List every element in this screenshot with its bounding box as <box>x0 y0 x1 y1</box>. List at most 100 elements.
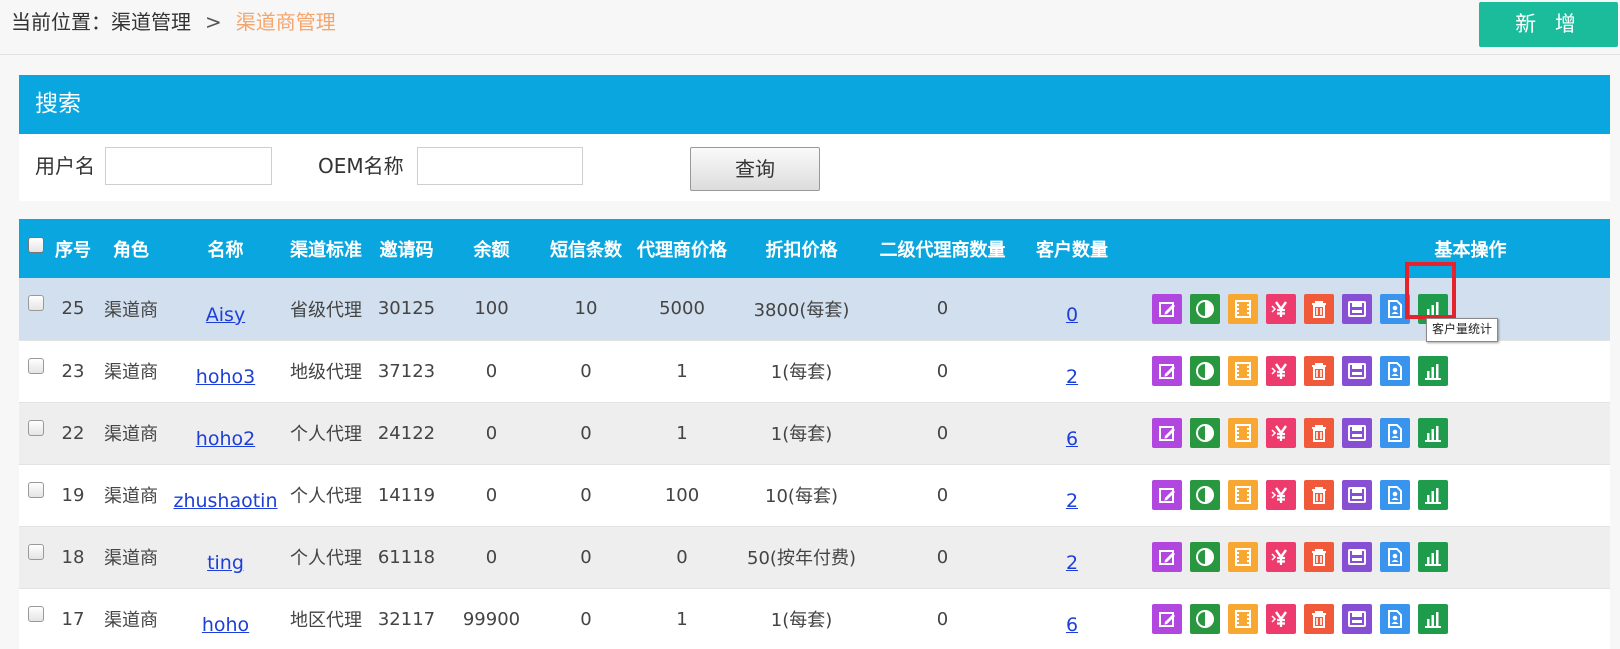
chart-button[interactable] <box>1418 418 1448 448</box>
save-button[interactable] <box>1342 356 1372 386</box>
cell-name: hoho3 <box>168 340 283 403</box>
customer-stats-icon <box>1384 484 1406 506</box>
customer-count-link[interactable]: 6 <box>1066 614 1078 636</box>
search-panel-title: 搜索 <box>19 75 1610 134</box>
row-checkbox[interactable] <box>27 543 44 560</box>
delete-button[interactable] <box>1304 356 1334 386</box>
customer-count-link[interactable]: 6 <box>1066 428 1078 450</box>
cell-role: 渠道商 <box>94 464 168 527</box>
customer-stats-button[interactable] <box>1380 480 1410 510</box>
edit-icon <box>1156 546 1178 568</box>
media-button[interactable] <box>1228 604 1258 634</box>
top-divider <box>0 54 1620 55</box>
delete-icon <box>1308 484 1330 506</box>
query-button[interactable]: 查询 <box>690 147 820 191</box>
edit-button[interactable] <box>1152 542 1182 572</box>
customer-count-link[interactable]: 2 <box>1066 366 1078 388</box>
channel-name-link[interactable]: hoho2 <box>196 428 255 450</box>
row-checkbox[interactable] <box>27 419 44 436</box>
customer-count-link[interactable]: 0 <box>1066 304 1078 326</box>
cell-id: 18 <box>52 526 94 589</box>
save-button[interactable] <box>1342 542 1372 572</box>
media-button[interactable] <box>1228 293 1258 324</box>
media-button[interactable] <box>1228 480 1258 510</box>
price-icon <box>1270 608 1292 630</box>
customer-count-link[interactable]: 2 <box>1066 490 1078 512</box>
cell-customers: 2 <box>1013 464 1131 527</box>
channel-name-link[interactable]: ting <box>207 552 244 574</box>
save-button[interactable] <box>1342 293 1372 324</box>
delete-button[interactable] <box>1304 418 1334 448</box>
customer-stats-button[interactable] <box>1380 356 1410 386</box>
edit-button[interactable] <box>1152 356 1182 386</box>
table-row: 25 渠道商 Aisy 省级代理 30125 100 10 5000 3800(每套) 0 0 <box>19 278 1610 341</box>
cell-role: 渠道商 <box>94 340 168 403</box>
save-button[interactable] <box>1342 604 1372 634</box>
price-button[interactable] <box>1266 480 1296 510</box>
save-icon <box>1346 360 1368 382</box>
table-row: 17 渠道商 hoho 地区代理 32117 99900 0 1 1(每套) 0 6 <box>19 588 1610 649</box>
oem-name-input[interactable] <box>417 147 583 185</box>
delete-icon <box>1308 608 1330 630</box>
save-button[interactable] <box>1342 418 1372 448</box>
oem-name-label: OEM名称 <box>318 154 404 178</box>
media-button[interactable] <box>1228 418 1258 448</box>
price-button[interactable] <box>1266 356 1296 386</box>
row-checkbox[interactable] <box>27 295 44 312</box>
chart-button[interactable] <box>1418 542 1448 572</box>
price-button[interactable] <box>1266 418 1296 448</box>
toggle-status-icon <box>1194 422 1216 444</box>
toggle-status-button[interactable] <box>1190 604 1220 634</box>
toggle-status-button[interactable] <box>1190 542 1220 572</box>
toggle-status-icon <box>1194 360 1216 382</box>
channel-name-link[interactable]: Aisy <box>206 304 245 326</box>
username-input[interactable] <box>105 147 272 185</box>
row-checkbox[interactable] <box>27 481 44 498</box>
add-button[interactable]: 新 增 <box>1479 2 1618 47</box>
customer-stats-button[interactable] <box>1380 293 1410 324</box>
toggle-status-button[interactable] <box>1190 293 1220 324</box>
delete-button[interactable] <box>1304 542 1334 572</box>
delete-button[interactable] <box>1304 293 1334 324</box>
chart-button[interactable] <box>1418 480 1448 510</box>
row-checkbox[interactable] <box>27 357 44 374</box>
edit-button[interactable] <box>1152 418 1182 448</box>
cell-name: Aisy <box>168 278 283 341</box>
toggle-status-button[interactable] <box>1190 356 1220 386</box>
toggle-status-button[interactable] <box>1190 418 1220 448</box>
media-button[interactable] <box>1228 356 1258 386</box>
cell-id: 22 <box>52 402 94 465</box>
cell-agent-price: 100 <box>633 464 731 527</box>
chart-button[interactable] <box>1418 356 1448 386</box>
customer-stats-button[interactable] <box>1380 418 1410 448</box>
delete-button[interactable] <box>1304 604 1334 634</box>
media-icon <box>1232 360 1254 382</box>
edit-button[interactable] <box>1152 604 1182 634</box>
price-button[interactable] <box>1266 293 1296 324</box>
delete-button[interactable] <box>1304 480 1334 510</box>
price-button[interactable] <box>1266 604 1296 634</box>
price-button[interactable] <box>1266 542 1296 572</box>
edit-button[interactable] <box>1152 293 1182 324</box>
header-name: 名称 <box>207 239 244 261</box>
channel-name-link[interactable]: hoho <box>202 614 249 636</box>
channel-name-link[interactable]: hoho3 <box>196 366 255 388</box>
chart-button[interactable] <box>1418 604 1448 634</box>
select-all-checkbox[interactable] <box>27 237 44 253</box>
channel-name-link[interactable]: zhushaotin <box>173 490 277 512</box>
customer-stats-button[interactable] <box>1380 542 1410 572</box>
save-button[interactable] <box>1342 480 1372 510</box>
customer-count-link[interactable]: 2 <box>1066 552 1078 574</box>
delete-icon <box>1308 422 1330 444</box>
cell-select <box>19 526 52 589</box>
header-discount-price: 折扣价格 <box>765 239 838 261</box>
customer-stats-icon <box>1384 546 1406 568</box>
toggle-status-button[interactable] <box>1190 480 1220 510</box>
customer-stats-button[interactable] <box>1380 604 1410 634</box>
row-checkbox[interactable] <box>27 605 44 622</box>
media-button[interactable] <box>1228 542 1258 572</box>
edit-button[interactable] <box>1152 480 1182 510</box>
header-standard: 渠道标准 <box>290 239 362 261</box>
price-icon <box>1270 360 1292 382</box>
header-invite-code: 邀请码 <box>379 239 434 261</box>
